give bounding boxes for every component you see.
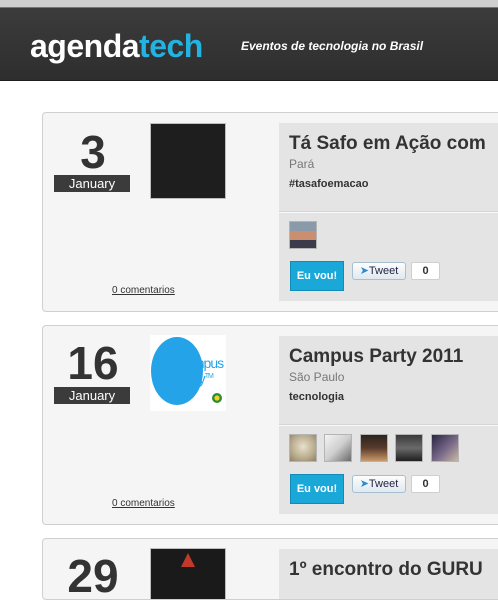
tweet-button[interactable]: ➤Tweet (352, 475, 406, 493)
comments-link[interactable]: 0 comentarios (112, 285, 212, 296)
event-tag[interactable]: #tasafoemacao (289, 178, 369, 190)
tweet-label: Tweet (368, 265, 399, 277)
event-title[interactable]: Campus Party 2011 (289, 344, 463, 370)
divider (279, 424, 498, 426)
twitter-bird-icon: ➤ (359, 265, 369, 277)
event-card: 16 January Campus PartyTM 0 comentarios … (42, 325, 498, 525)
event-month: January (54, 175, 130, 192)
event-tag[interactable]: tecnologia (289, 391, 344, 403)
twitter-bird-icon: ➤ (359, 478, 369, 490)
logo-text-tech: tech (139, 28, 203, 64)
logo-text-agenda: agenda (30, 28, 140, 64)
attendee-avatar[interactable] (289, 221, 317, 249)
campus-party-logo-text: Campus PartyTM (177, 355, 224, 386)
event-card: 29 1º encontro do GURU (42, 538, 498, 600)
tweet-count: 0 (411, 475, 440, 493)
attendee-avatar[interactable] (430, 434, 459, 462)
attendee-avatars (289, 221, 320, 249)
event-logo-campus-party[interactable]: Campus PartyTM (150, 335, 226, 411)
attendee-avatar[interactable] (324, 434, 353, 462)
event-day: 29 (67, 550, 119, 600)
logo-tm: TM (204, 373, 214, 380)
event-location: São Paulo (289, 370, 345, 384)
event-day: 16 (67, 337, 119, 389)
event-image[interactable] (150, 123, 226, 199)
event-month: January (54, 387, 130, 404)
attend-button[interactable]: Eu vou! (290, 261, 344, 291)
logo-line-party: Party (177, 370, 206, 387)
event-day: 3 (80, 126, 106, 178)
event-details: Tá Safo em Ação com Pará #tasafoemacao E… (279, 123, 498, 301)
site-tagline: Eventos de tecnologia no Brasil (241, 39, 424, 53)
attendee-avatar[interactable] (359, 434, 388, 462)
comments-link[interactable]: 0 comentarios (112, 498, 212, 509)
tweet-button[interactable]: ➤Tweet (352, 262, 406, 280)
divider (279, 211, 498, 213)
browser-top-strip (0, 0, 498, 8)
event-image[interactable] (150, 548, 226, 599)
tweet-count: 0 (411, 262, 440, 280)
event-details: Campus Party 2011 São Paulo tecnologia E… (279, 336, 498, 514)
event-title[interactable]: Tá Safo em Ação com (289, 131, 486, 157)
tweet-label: Tweet (368, 478, 399, 490)
logo-line-campus: Campus (177, 355, 224, 371)
site-header: agendatech Eventos de tecnologia no Bras… (0, 0, 498, 81)
event-location: Pará (289, 157, 315, 171)
attendee-avatar[interactable] (395, 434, 424, 462)
attendee-avatars (289, 434, 462, 462)
event-card: 3 January 0 comentarios Tá Safo em Ação … (42, 112, 498, 312)
attend-button[interactable]: Eu vou! (290, 474, 344, 504)
event-logo-icon (181, 553, 195, 567)
event-title[interactable]: 1º encontro do GURU (289, 557, 483, 583)
attendee-avatar[interactable] (289, 434, 317, 462)
event-details: 1º encontro do GURU (279, 549, 498, 599)
logo-line-party-wrap: PartyTM (177, 370, 223, 386)
site-logo[interactable]: agendatech (30, 26, 203, 66)
